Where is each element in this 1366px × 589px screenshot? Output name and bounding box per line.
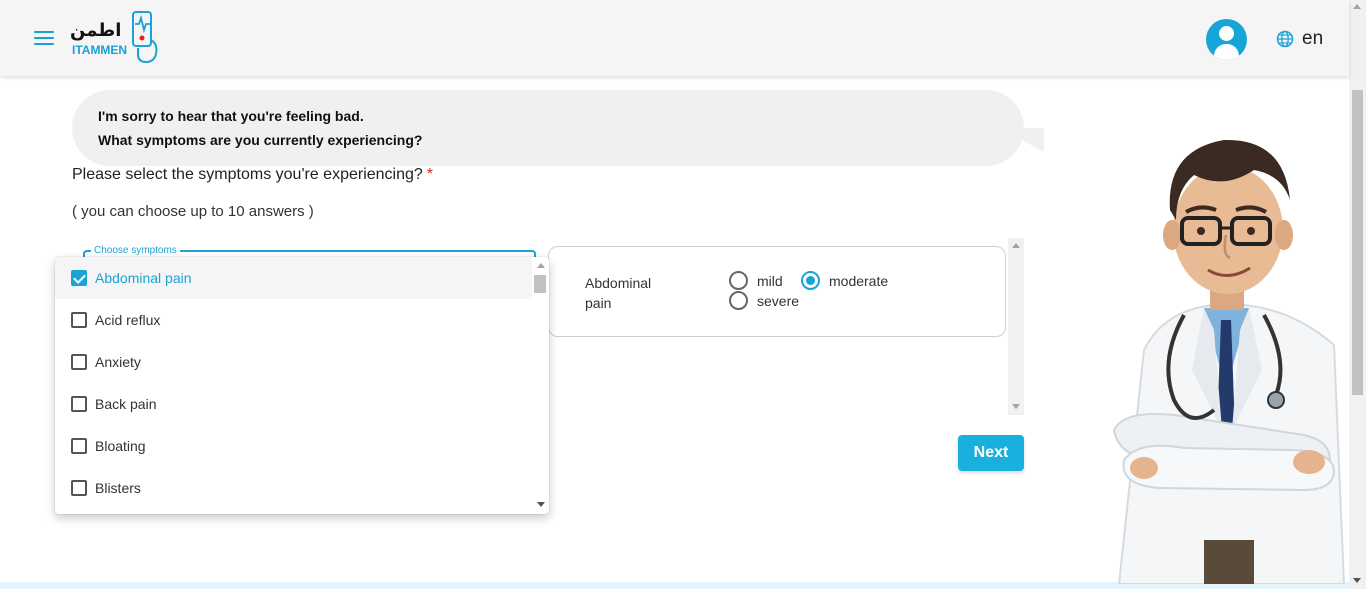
radio-label: mild bbox=[757, 272, 783, 289]
option-back-pain[interactable]: Back pain bbox=[55, 383, 532, 425]
chat-bubble-tail bbox=[1000, 128, 1044, 152]
answer-limit-hint: ( you can choose up to 10 answers ) bbox=[72, 203, 314, 220]
severity-scrollbar[interactable] bbox=[1008, 238, 1024, 415]
severity-card: Abdominal pain mild moderate severe bbox=[548, 246, 1006, 337]
language-label: en bbox=[1302, 28, 1324, 49]
option-anxiety[interactable]: Anxiety bbox=[55, 341, 532, 383]
bubble-message-line2: What symptoms are you currently experien… bbox=[98, 132, 423, 148]
chat-bubble bbox=[72, 90, 1024, 166]
checkbox-checked-icon[interactable] bbox=[71, 270, 87, 286]
radio-selected-icon[interactable] bbox=[801, 271, 820, 290]
radio-label: severe bbox=[757, 292, 800, 309]
radio-severe[interactable]: severe bbox=[729, 291, 799, 310]
scroll-down-arrow-icon[interactable] bbox=[1353, 578, 1361, 583]
option-label: Bloating bbox=[95, 438, 146, 454]
scroll-up-arrow-icon[interactable] bbox=[1353, 4, 1361, 9]
logo-english-text: ITAMMEN bbox=[72, 43, 128, 57]
scroll-up-arrow-icon[interactable] bbox=[537, 263, 545, 268]
checkbox-icon[interactable] bbox=[71, 354, 87, 370]
option-label: Anxiety bbox=[95, 354, 141, 370]
page-scrollbar[interactable] bbox=[1349, 0, 1366, 589]
checkbox-icon[interactable] bbox=[71, 312, 87, 328]
radio-label: moderate bbox=[829, 272, 889, 289]
language-switcher[interactable]: en bbox=[1276, 28, 1323, 50]
radio-button-icon[interactable] bbox=[729, 271, 748, 290]
option-blisters[interactable]: Blisters bbox=[55, 467, 532, 509]
radio-mild[interactable]: mild bbox=[729, 271, 783, 290]
menu-icon[interactable] bbox=[34, 31, 54, 47]
option-label: Acid reflux bbox=[95, 312, 161, 328]
itammen-logo[interactable]: اطمن ITAMMEN bbox=[70, 10, 162, 66]
bubble-message-line1: I'm sorry to hear that you're feeling ba… bbox=[98, 108, 364, 124]
option-bloating[interactable]: Bloating bbox=[55, 425, 532, 467]
radio-moderate[interactable]: moderate bbox=[801, 271, 888, 290]
scroll-down-arrow-icon[interactable] bbox=[1012, 404, 1020, 409]
option-label: Back pain bbox=[95, 396, 157, 412]
dropdown-scrollbar[interactable] bbox=[532, 257, 549, 514]
scroll-up-arrow-icon[interactable] bbox=[1012, 243, 1020, 248]
symptoms-dropdown-list: Abdominal pain Acid reflux Anxiety Back … bbox=[55, 257, 549, 514]
option-label: Blisters bbox=[95, 480, 141, 496]
question-title: Please select the symptoms you're experi… bbox=[72, 166, 433, 184]
user-avatar-icon[interactable] bbox=[1206, 19, 1247, 60]
severity-symptom-name: Abdominal pain bbox=[585, 275, 652, 311]
phone-stethoscope-icon bbox=[132, 11, 158, 64]
option-acid-reflux[interactable]: Acid reflux bbox=[55, 299, 532, 341]
checkbox-icon[interactable] bbox=[71, 480, 87, 496]
option-abdominal-pain[interactable]: Abdominal pain bbox=[55, 257, 532, 299]
severity-panel: Abdominal pain mild moderate severe bbox=[548, 238, 1024, 415]
option-label: Abdominal pain bbox=[95, 270, 192, 286]
next-button[interactable]: Next bbox=[958, 435, 1024, 471]
radio-button-icon[interactable] bbox=[729, 291, 748, 310]
checkbox-icon[interactable] bbox=[71, 396, 87, 412]
doctor-illustration bbox=[1112, 139, 1346, 584]
checkbox-icon[interactable] bbox=[71, 438, 87, 454]
app-header: اطمن ITAMMEN en bbox=[0, 0, 1349, 76]
required-mark: * bbox=[426, 166, 434, 183]
scroll-down-arrow-icon[interactable] bbox=[537, 502, 545, 507]
scrollbar-thumb[interactable] bbox=[534, 275, 546, 293]
globe-icon bbox=[1276, 30, 1294, 48]
symptoms-select-label: Choose symptoms bbox=[91, 245, 180, 256]
question-text: Please select the symptoms you're experi… bbox=[72, 166, 423, 183]
scrollbar-thumb[interactable] bbox=[1352, 90, 1363, 395]
logo-arabic-text: اطمن bbox=[70, 20, 122, 41]
